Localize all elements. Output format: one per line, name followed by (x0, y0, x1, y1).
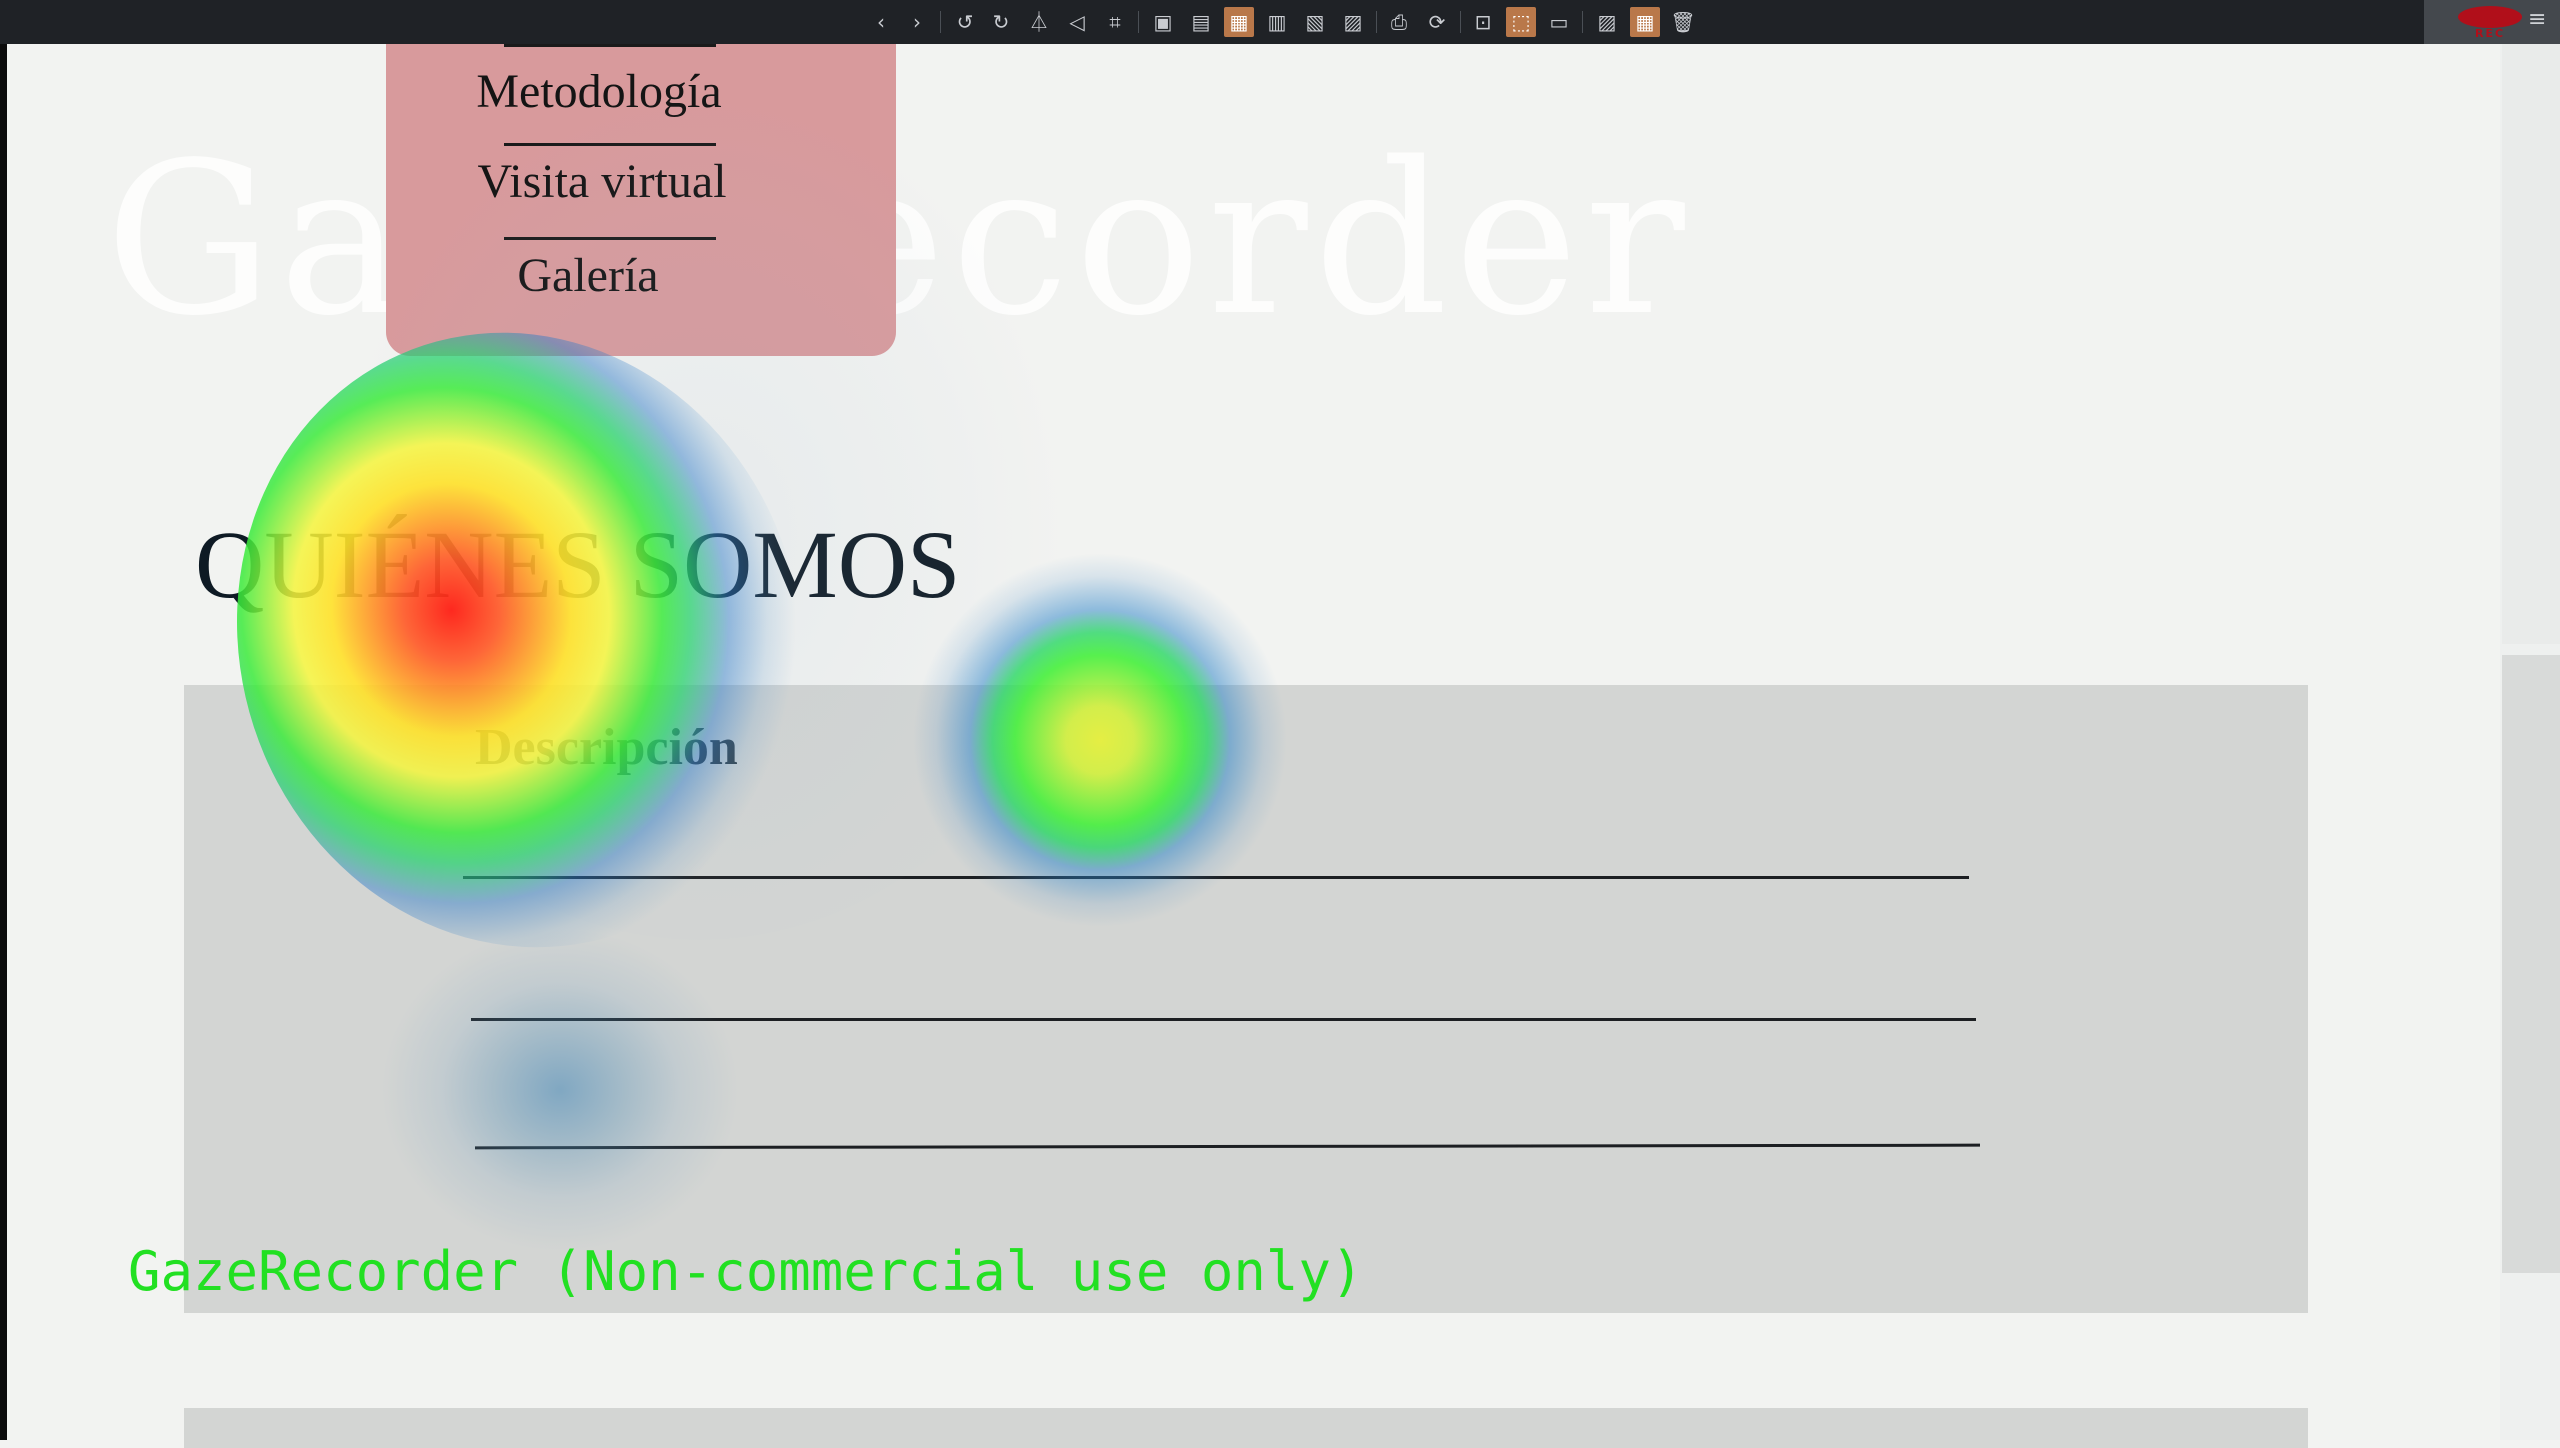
nav-item-galeria[interactable]: Galería (386, 246, 790, 306)
screen-icon[interactable]: ▭ (1544, 7, 1574, 37)
toolbar-divider (1582, 11, 1583, 33)
form-line (463, 876, 1969, 879)
section-title: QUIÉNES SOMOS (195, 511, 961, 618)
frame-1-icon[interactable]: ▣ (1148, 7, 1178, 37)
form-line (471, 1018, 1976, 1021)
fit-icon[interactable]: ⊡ (1468, 7, 1498, 37)
flip-horizontal-icon[interactable]: ◁ (1062, 7, 1092, 37)
nav-dropdown: Metodología Visita virtual Galería (386, 44, 896, 356)
refresh-icon[interactable]: ⟳ (1422, 7, 1452, 37)
record-icon[interactable] (2458, 6, 2522, 28)
frame-2-icon[interactable]: ▤ (1186, 7, 1216, 37)
next-section-card (184, 1408, 2308, 1448)
toolbar-divider (940, 11, 941, 33)
nav-divider (504, 237, 716, 240)
toolbar-divider (1460, 11, 1461, 33)
card-title: Descripción (475, 719, 738, 776)
grid-icon[interactable]: ▦ (1630, 7, 1660, 37)
nav-divider (504, 44, 716, 47)
nav-divider (504, 143, 716, 146)
print-icon[interactable]: ⎙ (1384, 7, 1414, 37)
forward-icon[interactable]: › (902, 7, 932, 37)
rotate-left-icon[interactable]: ↺ (950, 7, 980, 37)
scrollbar-thumb[interactable] (2502, 655, 2560, 1273)
frame-6-icon[interactable]: ▨ (1338, 7, 1368, 37)
flip-vertical-icon[interactable]: ⏃ (1024, 7, 1054, 37)
back-icon[interactable]: ‹ (866, 7, 896, 37)
nav-item-metodologia[interactable]: Metodología (386, 62, 812, 122)
frame-3-icon[interactable]: ▦ (1224, 7, 1254, 37)
rotate-right-icon[interactable]: ↻ (986, 7, 1016, 37)
scrollbar-track-upper[interactable] (2502, 44, 2560, 644)
trash-icon[interactable]: 🗑 (1668, 7, 1698, 37)
toolbar-divider (1376, 11, 1377, 33)
viewer-toolbar: ‹ › ↺ ↻ ⏃ ◁ ⌗ ▣ ▤ ▦ ▥ ▧ ▨ ⎙ ⟳ ⊡ ⬚ ▭ ▨ ▦ … (0, 0, 2560, 44)
image-icon[interactable]: ▨ (1592, 7, 1622, 37)
frame-4-icon[interactable]: ▥ (1262, 7, 1292, 37)
hamburger-menu-icon[interactable]: ≡ (2528, 8, 2552, 32)
expand-icon[interactable]: ⬚ (1506, 7, 1536, 37)
window-left-border (0, 44, 7, 1440)
gazerecorder-watermark: GazeRecorder (Non-commercial use only) (128, 1240, 1364, 1303)
toolbar-divider (1138, 11, 1139, 33)
nav-item-visita-virtual[interactable]: Visita virtual (386, 152, 818, 212)
crop-icon[interactable]: ⌗ (1100, 7, 1130, 37)
rec-label: REC (2474, 27, 2506, 40)
frame-5-icon[interactable]: ▧ (1300, 7, 1330, 37)
